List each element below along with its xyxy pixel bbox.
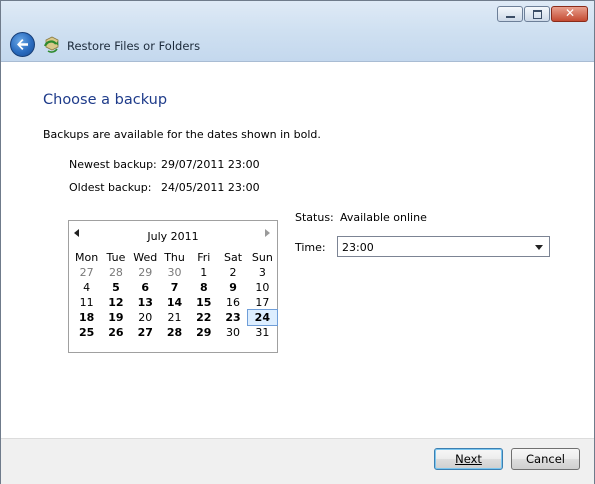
calendar-day[interactable]: 22 [189,310,218,325]
calendar-week-row: 27 28 29 30 1 2 3 [72,265,277,280]
calendar-day[interactable]: 20 [131,310,160,325]
back-button[interactable] [10,32,35,57]
calendar-day[interactable]: 1 [189,265,218,280]
calendar-week-row: 4 5 6 7 8 9 10 [72,280,277,295]
restore-window: Restore Files or Folders Choose a backup… [0,0,595,484]
calendar-month-label[interactable]: July 2011 [69,230,277,243]
next-button[interactable]: Next [434,448,503,470]
time-dropdown-value: 23:00 [342,241,374,254]
maximize-button[interactable] [524,6,550,22]
calendar-day[interactable]: 28 [101,265,130,280]
calendar-day[interactable]: 12 [101,295,130,310]
calendar-week-row: 25 26 27 28 29 30 31 [72,325,277,340]
calendar-day[interactable]: 31 [248,325,277,340]
close-button[interactable] [551,6,588,22]
calendar-weekday-row: Mon Tue Wed Thu Fri Sat Sun [72,250,277,265]
weekday-header: Mon [75,251,99,264]
calendar-week-row: 11 12 13 14 15 16 17 [72,295,277,310]
window-title: Restore Files or Folders [67,39,201,53]
calendar-day[interactable]: 3 [248,265,277,280]
calendar-day[interactable]: 14 [160,295,189,310]
backup-calendar: July 2011 Mon Tue Wed Thu Fri Sat Sun 27 28 29 30… [68,220,279,353]
page-heading: Choose a backup [43,92,168,108]
calendar-day[interactable]: 30 [160,265,189,280]
calendar-day[interactable]: 9 [218,280,247,295]
title-bar: Restore Files or Folders [1,1,594,62]
calendar-day[interactable]: 29 [131,265,160,280]
cancel-button-label: Cancel [526,452,565,466]
oldest-backup-label: Oldest backup: [69,181,152,194]
page-description: Backups are available for the dates show… [43,128,321,141]
dropdown-arrow-icon [535,245,543,250]
weekday-header: Wed [133,251,158,264]
footer-bar [1,438,594,484]
status-value: Available online [340,211,427,224]
calendar-day[interactable]: 19 [101,310,130,325]
calendar-day[interactable]: 17 [248,295,277,310]
calendar-day[interactable]: 21 [160,310,189,325]
status-label: Status: [295,211,334,224]
calendar-day[interactable]: 8 [189,280,218,295]
next-button-label: Next [455,452,482,466]
calendar-week-row: 18 19 20 21 22 23 24 [72,309,279,326]
time-label: Time: [295,241,326,254]
calendar-day[interactable]: 25 [72,325,101,340]
calendar-day[interactable]: 18 [72,310,101,325]
back-arrow-icon [17,39,28,50]
oldest-backup-value: 24/05/2011 23:00 [161,181,260,194]
calendar-day[interactable]: 28 [160,325,189,340]
calendar-day[interactable]: 27 [72,265,101,280]
calendar-day[interactable]: 4 [72,280,101,295]
weekday-header: Fri [197,251,211,264]
time-dropdown[interactable]: 23:00 [337,236,550,257]
newest-backup-value: 29/07/2011 23:00 [161,158,260,171]
calendar-day[interactable]: 7 [160,280,189,295]
calendar-days: 27 28 29 30 1 2 3 4 5 6 7 8 9 10 11 12 13 14 15 16 17 18 19 20 2… [72,265,279,340]
newest-backup-label: Newest backup: [69,158,157,171]
calendar-day[interactable]: 23 [218,310,247,325]
calendar-day[interactable]: 15 [189,295,218,310]
weekday-header: Thu [164,251,185,264]
calendar-day[interactable]: 30 [218,325,247,340]
calendar-day[interactable]: 27 [131,325,160,340]
calendar-day[interactable]: 24 [246,309,279,326]
cancel-button[interactable]: Cancel [511,448,580,470]
calendar-day[interactable]: 5 [101,280,130,295]
weekday-header: Tue [106,251,126,264]
calendar-day[interactable]: 29 [189,325,218,340]
calendar-day[interactable]: 13 [131,295,160,310]
weekday-header: Sun [251,251,273,264]
calendar-day[interactable]: 26 [101,325,130,340]
calendar-grid: Mon Tue Wed Thu Fri Sat Sun 27 28 29 30 1 2 3 4 5 6 7 8 9 1… [72,250,279,340]
restore-files-icon [43,36,59,53]
calendar-day[interactable]: 2 [218,265,247,280]
calendar-day[interactable]: 16 [218,295,247,310]
weekday-header: Sat [224,251,243,264]
next-month-arrow-icon[interactable] [265,229,270,237]
calendar-day[interactable]: 10 [248,280,277,295]
calendar-day[interactable]: 11 [72,295,101,310]
minimize-button[interactable] [497,6,523,22]
calendar-day[interactable]: 6 [131,280,160,295]
